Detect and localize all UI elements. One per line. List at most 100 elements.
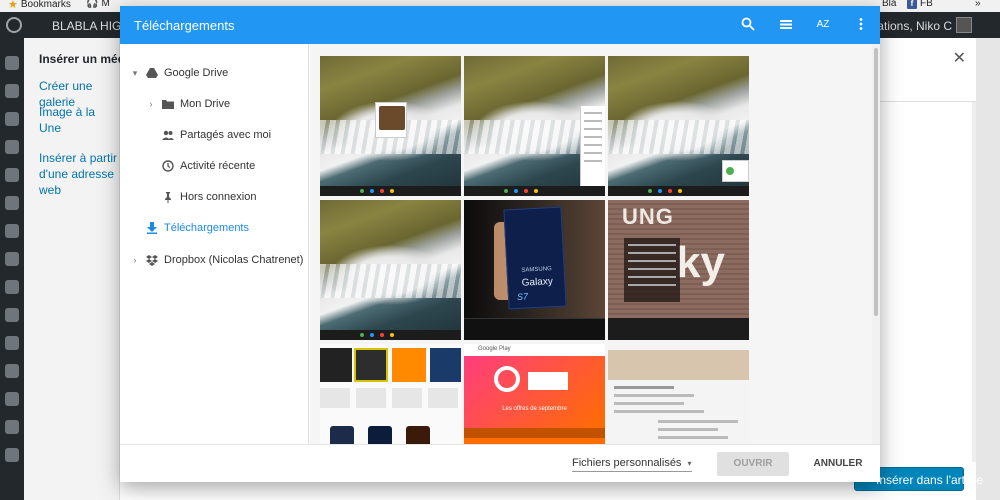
- brown-text-top: UNG: [622, 204, 674, 229]
- chevron-right-icon[interactable]: ›: [146, 99, 156, 109]
- collapse-icon[interactable]: [5, 448, 19, 462]
- nav-downloads[interactable]: Téléchargements: [146, 219, 249, 237]
- menu-featured-image[interactable]: Image à la Une: [39, 104, 119, 136]
- headphones-icon: 🎧: [86, 0, 99, 9]
- thumbnail[interactable]: UNG ky: [608, 200, 749, 340]
- nav-my-drive[interactable]: › Mon Drive: [146, 95, 231, 113]
- appearance-icon[interactable]: [5, 252, 19, 266]
- app-store-screenshot: [320, 344, 461, 444]
- list-view-icon[interactable]: [778, 17, 794, 33]
- wordpress-icon[interactable]: [6, 17, 22, 33]
- bookmark-m[interactable]: 🎧 M: [86, 0, 110, 9]
- bookmark-fb[interactable]: f FB: [907, 0, 933, 9]
- dropbox-icon: [146, 255, 158, 266]
- thumbnail[interactable]: SAMSUNG Galaxy S7: [464, 200, 605, 340]
- menu-insert-from-url[interactable]: Insérer à partir d'une adresse web: [39, 150, 125, 198]
- search-icon[interactable]: [740, 17, 756, 33]
- nav-label: Dropbox (Nicolas Chatrenet): [164, 254, 304, 266]
- site-name[interactable]: BLABLA HIGH: [52, 19, 130, 33]
- dashboard-icon[interactable]: [5, 56, 19, 70]
- bookmark-bookmarks[interactable]: ★ Bookmarks: [8, 0, 71, 11]
- wp-admin-sidebar: [0, 38, 24, 500]
- taskbar: [464, 186, 605, 196]
- thumbnail[interactable]: [320, 56, 461, 196]
- folder-icon: [162, 100, 174, 109]
- nav-label: Téléchargements: [164, 222, 249, 234]
- bookmark-label: M: [101, 0, 110, 9]
- comments-icon[interactable]: [5, 168, 19, 182]
- bookmark-label: FB: [920, 0, 933, 9]
- thumbnail[interactable]: [608, 344, 749, 444]
- picker-title: Téléchargements: [134, 18, 235, 33]
- users-icon[interactable]: [5, 308, 19, 322]
- pin-icon: [165, 192, 171, 203]
- scrollbar-thumb[interactable]: [874, 48, 878, 316]
- feedback-icon[interactable]: [5, 196, 19, 210]
- thumbnail[interactable]: [320, 344, 461, 444]
- download-icon: [147, 222, 157, 234]
- brown-text-bottom: ky: [676, 238, 725, 287]
- posts-icon[interactable]: [5, 84, 19, 98]
- pages-icon[interactable]: [5, 140, 19, 154]
- picker-nav: ▾ Google Drive › Mon Drive Partagés avec…: [120, 44, 309, 444]
- forum-screenshot: [608, 344, 749, 444]
- close-icon[interactable]: ✕: [953, 48, 966, 68]
- media-icon[interactable]: [5, 112, 19, 126]
- google-play-banner: Les offres de septembre: [502, 406, 567, 412]
- people-icon: [162, 130, 174, 140]
- nav-label: Activité récente: [180, 160, 256, 172]
- notification: [722, 160, 749, 182]
- nav-shared[interactable]: Partagés avec moi: [162, 126, 271, 144]
- woo-icon[interactable]: [5, 224, 19, 238]
- cancel-button[interactable]: ANNULER: [808, 452, 868, 476]
- chevron-right-icon[interactable]: ›: [130, 255, 140, 265]
- nav-recent[interactable]: Activité récente: [162, 157, 255, 175]
- drive-icon: [146, 68, 158, 78]
- thumbnail[interactable]: [464, 56, 605, 196]
- file-type-select[interactable]: Fichiers personnalisés ▾: [572, 457, 692, 472]
- bookmark-label: Bla: [882, 0, 897, 9]
- open-button[interactable]: OUVRIR: [717, 452, 789, 476]
- taskbar: [320, 186, 461, 196]
- chevron-down-icon[interactable]: ▾: [130, 68, 140, 79]
- nav-offline[interactable]: Hors connexion: [162, 188, 256, 206]
- clock-icon: [162, 160, 174, 172]
- galaxy-photo: SAMSUNG Galaxy S7: [464, 200, 605, 340]
- brown-photo: UNG ky: [608, 200, 749, 340]
- bookmarks-overflow[interactable]: »: [975, 0, 981, 9]
- thumbnail[interactable]: [608, 56, 749, 196]
- scrollbar[interactable]: [872, 44, 880, 444]
- picker-header: Téléchargements AZ: [120, 6, 880, 44]
- nav-google-drive[interactable]: ▾ Google Drive: [130, 64, 228, 82]
- plugin-icon[interactable]: [5, 420, 19, 434]
- star-icon: ★: [8, 0, 18, 11]
- galaxy-number: S7: [516, 291, 529, 302]
- facebook-icon: f: [907, 0, 917, 9]
- tools-icon[interactable]: [5, 336, 19, 350]
- nav-dropbox[interactable]: › Dropbox (Nicolas Chatrenet): [130, 251, 303, 269]
- howdy-text[interactable]: utations, Niko C: [867, 19, 952, 33]
- taskbar: [320, 330, 461, 340]
- bookmark-bla[interactable]: Bla: [882, 0, 896, 9]
- thumbnail[interactable]: [320, 200, 461, 340]
- file-type-label: Fichiers personnalisés: [572, 457, 682, 469]
- file-picker-dialog: Téléchargements AZ ▾ Google Drive › Mon …: [120, 6, 880, 482]
- phone-box: SAMSUNG Galaxy S7: [503, 206, 567, 310]
- nav-label: Mon Drive: [180, 98, 231, 110]
- avatar[interactable]: [956, 17, 972, 33]
- google-play-screenshot: Google Play Les offres de septembre: [464, 344, 605, 444]
- nav-label: Partagés avec moi: [180, 129, 272, 141]
- galaxy-model: Galaxy: [521, 276, 554, 289]
- nav-label: Google Drive: [164, 67, 229, 79]
- sort-az-icon[interactable]: AZ: [815, 17, 831, 33]
- more-vert-icon[interactable]: [853, 17, 869, 33]
- thumbnail[interactable]: Google Play Les offres de septembre: [464, 344, 605, 444]
- dropdown-arrow-icon: ▾: [687, 459, 692, 468]
- seo-icon[interactable]: [5, 392, 19, 406]
- overlay-menu: [624, 238, 680, 302]
- settings-icon[interactable]: [5, 364, 19, 378]
- taskbar: [608, 186, 749, 196]
- scrollbar[interactable]: [972, 102, 976, 462]
- context-menu: [580, 106, 605, 188]
- plugins-icon[interactable]: [5, 280, 19, 294]
